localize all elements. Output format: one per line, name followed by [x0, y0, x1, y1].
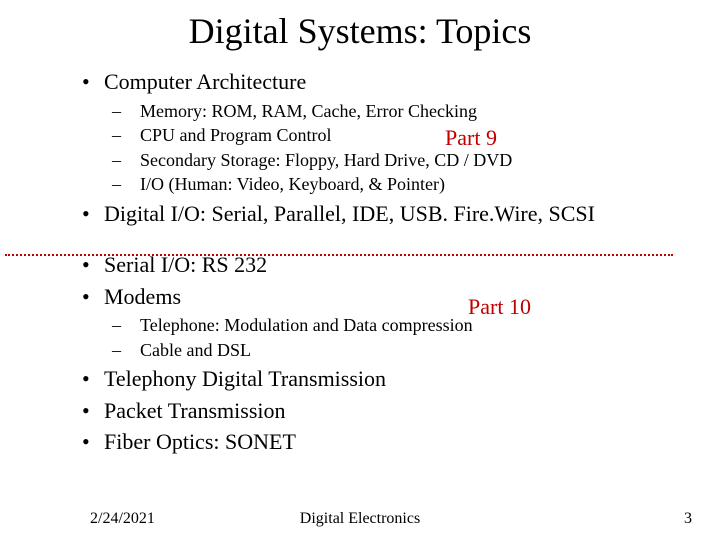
subbullet-memory: Memory: ROM, RAM, Cache, Error Checking [112, 100, 682, 123]
annotation-part-9: Part 9 [445, 125, 497, 151]
slide-body: Computer Architecture Memory: ROM, RAM, … [82, 64, 682, 460]
bullet-modems: Modems [82, 283, 682, 311]
subbullet-cpu: CPU and Program Control [112, 124, 682, 147]
bullet-telephony: Telephony Digital Transmission [82, 365, 682, 393]
footer-page-number: 3 [684, 510, 692, 528]
slide: Digital Systems: Topics Computer Archite… [0, 0, 720, 540]
subbullet-cable-dsl: Cable and DSL [112, 339, 682, 362]
subbullet-storage: Secondary Storage: Floppy, Hard Drive, C… [112, 149, 682, 172]
footer-title: Digital Electronics [0, 510, 720, 528]
bullet-fiber: Fiber Optics: SONET [82, 428, 682, 456]
bullet-digital-io: Digital I/O: Serial, Parallel, IDE, USB.… [82, 200, 682, 228]
subbullet-telephone: Telephone: Modulation and Data compressi… [112, 314, 682, 337]
subbullet-io-human: I/O (Human: Video, Keyboard, & Pointer) [112, 173, 682, 196]
sub-list-modems: Telephone: Modulation and Data compressi… [112, 314, 682, 361]
spacer [82, 231, 682, 247]
sub-list-architecture: Memory: ROM, RAM, Cache, Error Checking … [112, 100, 682, 196]
bullet-computer-architecture: Computer Architecture [82, 68, 682, 96]
annotation-part-10: Part 10 [468, 294, 531, 320]
slide-title: Digital Systems: Topics [0, 10, 720, 52]
bullet-packet: Packet Transmission [82, 397, 682, 425]
divider-line [5, 254, 673, 256]
